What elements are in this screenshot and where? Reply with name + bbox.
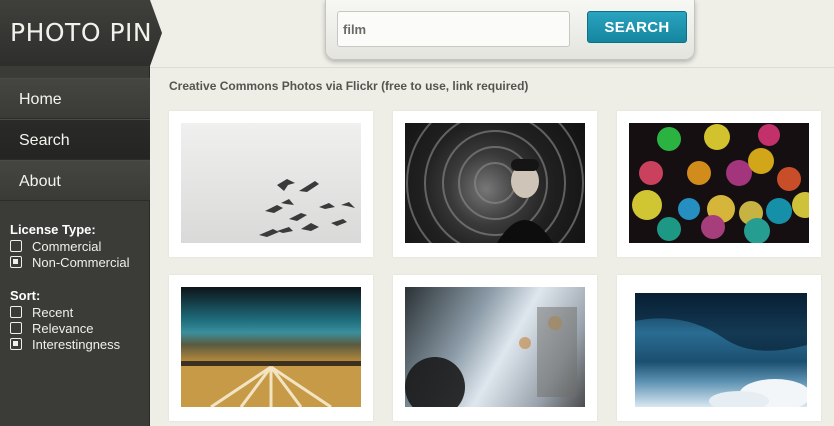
option-label: Recent <box>32 304 74 320</box>
blurred-street-image <box>405 307 577 407</box>
nav-item-home[interactable]: Home <box>0 78 150 119</box>
sky-clouds-image <box>635 293 807 407</box>
results-heading: Creative Commons Photos via Flickr (free… <box>169 79 529 93</box>
filters-panel: License Type: Commercial Non-Commercial … <box>10 222 148 370</box>
license-filter: License Type: Commercial Non-Commercial <box>10 222 148 270</box>
photo-card[interactable] <box>617 111 821 257</box>
seagulls-image <box>259 179 355 237</box>
runway-image <box>181 361 361 407</box>
nav-item-search[interactable]: Search <box>0 119 150 160</box>
search-panel: SEARCH <box>325 0 695 60</box>
sort-option-relevance[interactable]: Relevance <box>10 320 148 336</box>
photo-runway <box>181 287 361 407</box>
photo-card[interactable] <box>393 111 597 257</box>
checkbox-icon[interactable] <box>10 240 22 252</box>
photo-card[interactable] <box>617 275 821 421</box>
photo-film-reels <box>405 123 585 243</box>
photo-sky-clouds <box>635 293 807 407</box>
license-title: License Type: <box>10 222 96 237</box>
option-label: Relevance <box>32 320 94 336</box>
photo-blurred-street <box>405 287 585 407</box>
option-label: Non-Commercial <box>32 254 130 270</box>
bokeh-image <box>632 124 809 243</box>
nav-item-about[interactable]: About <box>0 160 150 201</box>
option-label: Interestingness <box>32 336 121 352</box>
checkbox-icon[interactable] <box>10 322 22 334</box>
checkbox-checked-icon[interactable] <box>10 338 22 350</box>
license-option-commercial[interactable]: Commercial <box>10 238 148 254</box>
photo-card[interactable] <box>169 111 373 257</box>
option-label: Commercial <box>32 238 102 254</box>
checkbox-icon[interactable] <box>10 306 22 318</box>
checkbox-checked-icon[interactable] <box>10 256 22 268</box>
sort-filter: Sort: Recent Relevance Interestingness <box>10 288 148 352</box>
photo-seagulls <box>181 123 361 243</box>
main-nav: Home Search About <box>0 78 150 201</box>
photo-bokeh <box>629 123 809 243</box>
search-input[interactable] <box>337 11 570 47</box>
search-button[interactable]: SEARCH <box>587 11 687 43</box>
sort-title: Sort: <box>10 288 41 303</box>
site-logo[interactable]: PHOTO PIN <box>0 0 162 66</box>
license-option-non-commercial[interactable]: Non-Commercial <box>10 254 148 270</box>
sort-option-interestingness[interactable]: Interestingness <box>10 336 148 352</box>
photo-card[interactable] <box>393 275 597 421</box>
photo-card[interactable] <box>169 275 373 421</box>
film-reels-image <box>406 123 584 243</box>
sort-option-recent[interactable]: Recent <box>10 304 148 320</box>
